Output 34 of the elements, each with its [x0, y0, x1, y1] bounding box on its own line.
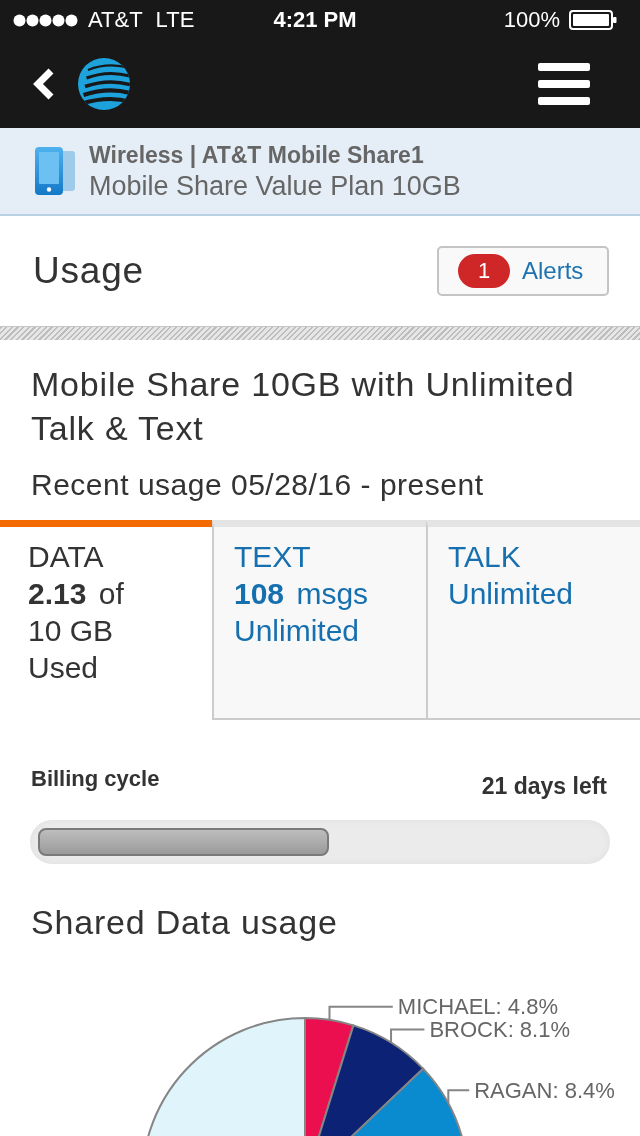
usage-amount: 108 msgs [234, 576, 369, 612]
plan-name: Mobile Share Value Plan 10GB [89, 169, 461, 202]
usage-tab[interactable]: TALK Unlimited [426, 520, 640, 720]
network-type: LTE [155, 7, 195, 33]
count-badge: 1 [458, 254, 510, 288]
plan-title: Mobile Share 10GB with Unlimited Talk & Text [31, 364, 576, 449]
back-icon[interactable] [33, 68, 55, 100]
battery-percent: 100% [503, 7, 560, 33]
usage-tab[interactable]: TEXT 108 msgs Unlimited [212, 520, 426, 720]
signal-icon [13, 13, 79, 27]
usage-amount: Unlimited [234, 613, 360, 649]
leader-line [328, 1005, 394, 1021]
billing-cycle-label: Billing cycle [31, 765, 160, 793]
usage-amount: Unlimited [448, 576, 574, 612]
leader-line [390, 1028, 426, 1044]
menu-icon[interactable] [538, 63, 590, 105]
alerts-button[interactable]: 1 Alerts [437, 246, 609, 296]
usage-amount: Used [28, 650, 99, 686]
usage-amount: 2.13 of [28, 576, 124, 612]
clock-time: 4:21 PM [273, 7, 357, 33]
usage-period: Recent usage 05/28/16 - present [31, 467, 484, 503]
globe-icon [78, 58, 130, 110]
usage-amount: 10 GB [28, 613, 114, 649]
data-label: RAGAN: 8.4% [474, 1077, 615, 1103]
leader-line [447, 1089, 471, 1105]
days-left: 21 days left [481, 772, 607, 801]
phone-icon [35, 147, 76, 195]
section-title: Shared Data usage [31, 902, 338, 943]
page-title: Usage [33, 249, 144, 293]
data-label: MICHAEL: 4.8% [397, 994, 558, 1020]
battery-icon [569, 10, 617, 30]
carrier-name: AT&T [88, 7, 143, 33]
data-label: BROCK: 8.1% [429, 1017, 570, 1043]
account-title: Wireless | AT&T Mobile Share1 [89, 140, 424, 170]
